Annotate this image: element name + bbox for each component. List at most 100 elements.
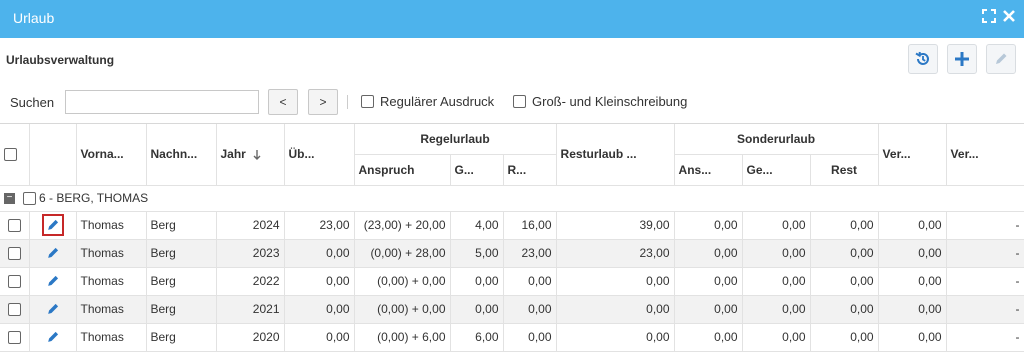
header-vorname[interactable]: Vorna... <box>76 124 147 186</box>
cell-ueb: 0,00 <box>284 323 355 352</box>
row-edit-button[interactable] <box>42 270 64 292</box>
cell-ver1: 0,00 <box>878 239 947 268</box>
cell-ver2: - <box>946 211 1024 240</box>
header-ueb[interactable]: Üb... <box>284 124 355 186</box>
cell-resturlaub: 0,00 <box>556 323 675 352</box>
cell-jahr: 2022 <box>216 267 285 296</box>
cell-s-rest: 0,00 <box>810 267 879 296</box>
row-edit-cell[interactable] <box>29 323 77 352</box>
row-select[interactable] <box>0 239 30 268</box>
header-s-rest[interactable]: Rest <box>810 154 879 186</box>
regex-option[interactable]: Regulärer Ausdruck <box>361 94 494 109</box>
row-checkbox[interactable] <box>7 275 21 289</box>
case-option[interactable]: Groß- und Kleinschreibung <box>513 94 687 109</box>
header-s-genommen[interactable]: Ge... <box>742 154 811 186</box>
search-prev-button[interactable]: < <box>268 89 298 115</box>
row-edit-cell[interactable] <box>29 267 77 296</box>
search-bar: Suchen < > Regulärer Ausdruck Groß- und … <box>0 88 1024 118</box>
table-row[interactable]: Thomas Berg 2024 23,00 (23,00) + 20,00 4… <box>0 211 1024 240</box>
collapse-icon[interactable]: − <box>4 193 15 205</box>
table-row[interactable]: Thomas Berg 2021 0,00 (0,00) + 0,00 0,00… <box>0 295 1024 324</box>
header-rest[interactable]: R... <box>503 154 557 186</box>
row-edit-cell[interactable] <box>29 239 77 268</box>
group-checkbox[interactable] <box>23 192 36 206</box>
cell-ver1: 0,00 <box>878 323 947 352</box>
cell-anspruch: (0,00) + 0,00 <box>354 295 451 324</box>
header-s-anspruch[interactable]: Ans... <box>674 154 743 186</box>
row-edit-button[interactable] <box>42 242 64 264</box>
row-checkbox[interactable] <box>7 247 21 261</box>
row-edit-button[interactable] <box>41 214 64 236</box>
header-ver2[interactable]: Ver... <box>946 124 1024 186</box>
header-resturlaub[interactable]: Resturlaub ... <box>556 124 675 186</box>
cell-genommen: 6,00 <box>450 323 504 352</box>
row-checkbox[interactable] <box>7 303 21 317</box>
regex-checkbox[interactable] <box>361 95 374 108</box>
add-button[interactable] <box>947 44 977 74</box>
cell-nachname: Berg <box>146 323 217 352</box>
group-label: 6 - BERG, THOMAS <box>39 190 149 205</box>
row-checkbox[interactable] <box>7 219 21 233</box>
row-edit-cell[interactable] <box>29 295 77 324</box>
search-next-button[interactable]: > <box>308 89 338 115</box>
header-select-all[interactable] <box>0 124 30 186</box>
cell-s-anspruch: 0,00 <box>674 295 743 324</box>
cell-s-genommen: 0,00 <box>742 239 811 268</box>
cell-s-anspruch: 0,00 <box>674 239 743 268</box>
cell-resturlaub: 0,00 <box>556 295 675 324</box>
cell-nachname: Berg <box>146 295 217 324</box>
row-select[interactable] <box>0 323 30 352</box>
row-select[interactable] <box>0 211 30 240</box>
maximize-icon[interactable] <box>982 9 996 23</box>
cell-s-anspruch: 0,00 <box>674 211 743 240</box>
row-select[interactable] <box>0 295 30 324</box>
cell-resturlaub: 0,00 <box>556 267 675 296</box>
row-edit-button[interactable] <box>42 298 64 320</box>
search-input[interactable] <box>65 90 259 114</box>
cell-ueb: 0,00 <box>284 295 355 324</box>
header-anspruch[interactable]: Anspruch <box>354 154 451 186</box>
select-all-checkbox[interactable] <box>4 148 17 162</box>
cell-genommen: 5,00 <box>450 239 504 268</box>
cell-vorname: Thomas <box>76 267 147 296</box>
group-row[interactable]: − 6 - BERG, THOMAS <box>0 185 1024 212</box>
cell-s-rest: 0,00 <box>810 295 879 324</box>
plus-icon <box>955 52 969 66</box>
row-checkbox[interactable] <box>7 331 21 345</box>
pencil-icon <box>47 303 58 314</box>
cell-rest: 23,00 <box>503 239 557 268</box>
close-icon[interactable] <box>1002 9 1016 23</box>
cell-genommen: 0,00 <box>450 267 504 296</box>
cell-resturlaub: 39,00 <box>556 211 675 240</box>
cell-s-rest: 0,00 <box>810 323 879 352</box>
header-action <box>29 124 77 186</box>
header-sonderurlaub: Sonderurlaub <box>674 124 879 155</box>
window-titlebar: Urlaub <box>0 0 1024 38</box>
row-edit-button[interactable] <box>42 326 64 348</box>
cell-ver2: - <box>946 267 1024 296</box>
row-select[interactable] <box>0 267 30 296</box>
case-checkbox[interactable] <box>513 95 526 108</box>
pencil-icon <box>47 331 58 342</box>
vacation-grid: Vorna... Nachn... Jahr Üb... Regelurlaub… <box>0 123 1024 352</box>
cell-ver2: - <box>946 323 1024 352</box>
cell-s-anspruch: 0,00 <box>674 323 743 352</box>
header-ver1[interactable]: Ver... <box>878 124 947 186</box>
header-nachname[interactable]: Nachn... <box>146 124 217 186</box>
history-icon <box>915 51 929 65</box>
history-button[interactable] <box>908 44 938 74</box>
cell-nachname: Berg <box>146 267 217 296</box>
cell-s-rest: 0,00 <box>810 239 879 268</box>
header-jahr[interactable]: Jahr <box>216 124 285 186</box>
cell-ueb: 0,00 <box>284 267 355 296</box>
table-row[interactable]: Thomas Berg 2020 0,00 (0,00) + 6,00 6,00… <box>0 323 1024 352</box>
cell-ver2: - <box>946 239 1024 268</box>
cell-anspruch: (0,00) + 28,00 <box>354 239 451 268</box>
header-genommen[interactable]: G... <box>450 154 504 186</box>
cell-genommen: 0,00 <box>450 295 504 324</box>
table-row[interactable]: Thomas Berg 2023 0,00 (0,00) + 28,00 5,0… <box>0 239 1024 268</box>
row-edit-cell[interactable] <box>29 211 77 240</box>
table-row[interactable]: Thomas Berg 2022 0,00 (0,00) + 0,00 0,00… <box>0 267 1024 296</box>
cell-vorname: Thomas <box>76 239 147 268</box>
edit-toolbar-button[interactable] <box>986 44 1016 74</box>
